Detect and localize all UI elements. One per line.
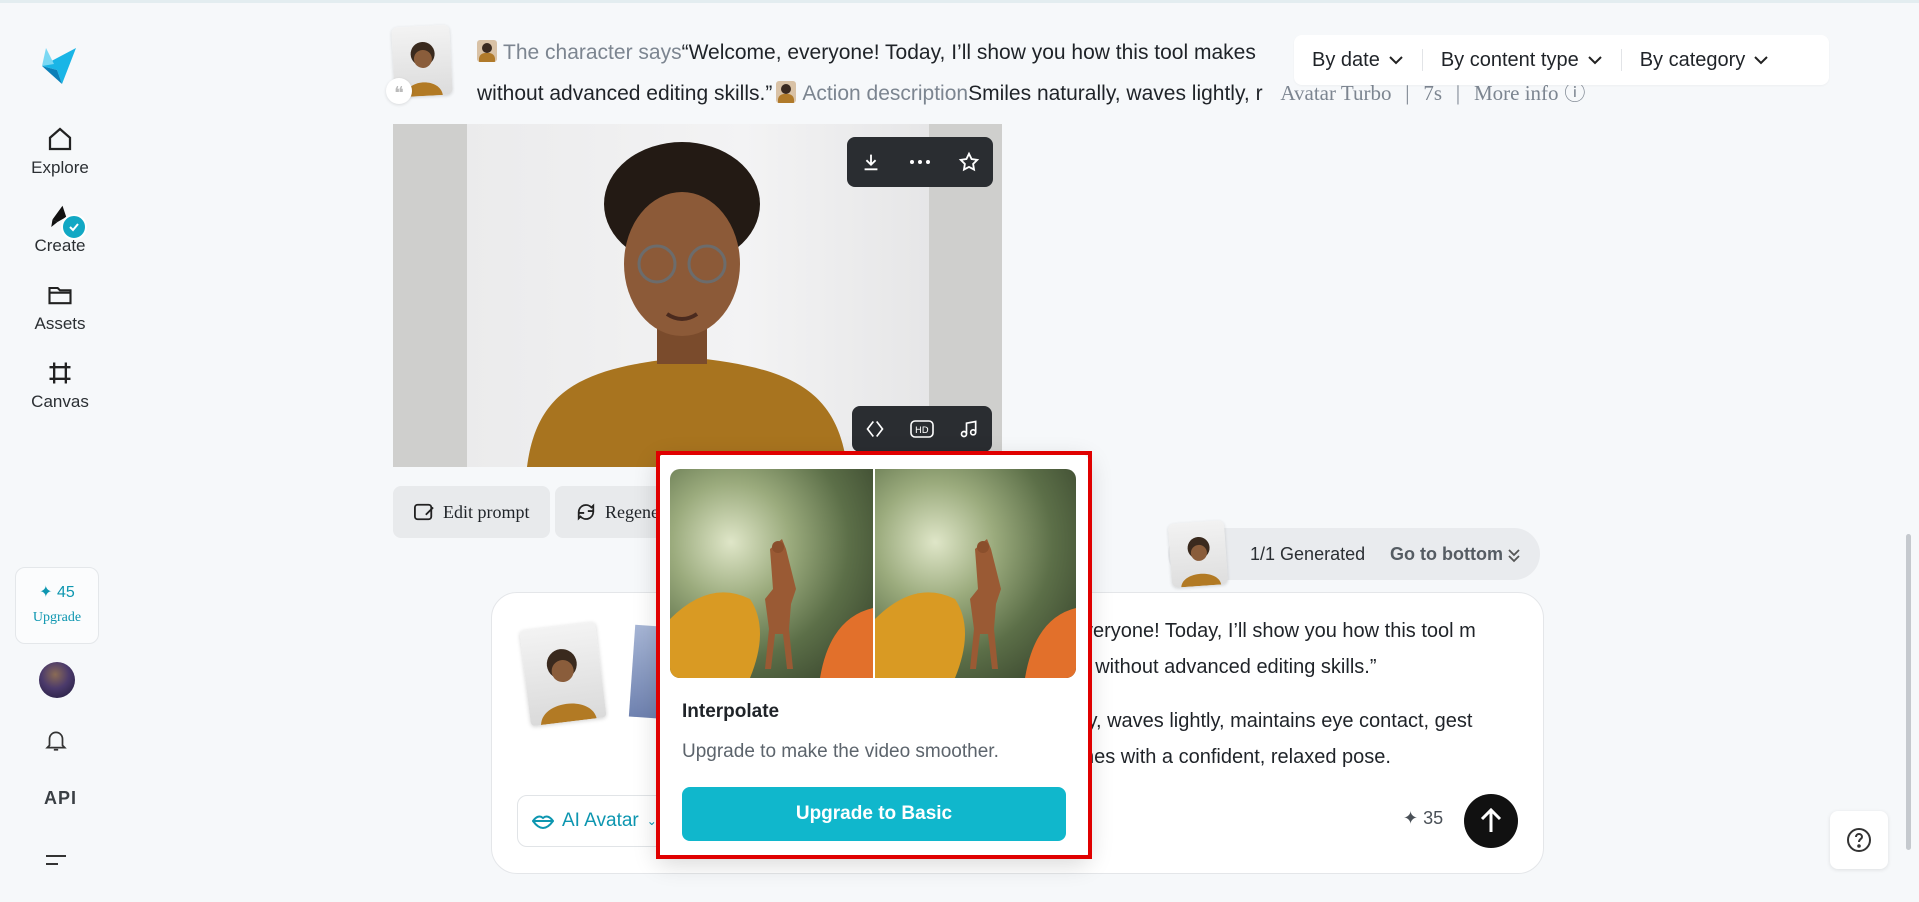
quote-icon: ❝ xyxy=(386,78,412,104)
filter-by-date[interactable]: By date xyxy=(1294,49,1422,72)
prompt-line-1: The character says“Welcome, everyone! To… xyxy=(477,40,1256,65)
upgrade-link[interactable]: Upgrade xyxy=(16,610,98,626)
filter-label: By date xyxy=(1312,48,1380,71)
video-bottom-toolbar: HD xyxy=(852,406,992,452)
sidebar-item-label: Canvas xyxy=(31,392,89,411)
lips-icon xyxy=(532,815,554,829)
top-border xyxy=(0,0,1919,3)
generation-cost: ✦ 35 xyxy=(1403,808,1444,828)
composer-character-thumbnail[interactable] xyxy=(519,621,607,727)
generated-thumbnail[interactable] xyxy=(1167,520,1229,588)
video-top-toolbar xyxy=(847,137,993,187)
upgrade-to-basic-button[interactable]: Upgrade to Basic xyxy=(682,787,1066,841)
composer-text-line[interactable]: ly, waves lightly, maintains eye contact… xyxy=(1083,710,1472,733)
bell-icon[interactable] xyxy=(43,727,69,758)
upgrade-credits-card[interactable]: ✦ 45 Upgrade xyxy=(15,567,99,644)
arrow-up-icon xyxy=(1480,808,1502,832)
generated-count: 1/1 Generated xyxy=(1250,544,1366,564)
check-badge-icon xyxy=(61,214,87,240)
button-label: Go to bottom xyxy=(1390,544,1503,564)
filter-label: By category xyxy=(1639,48,1746,71)
music-icon[interactable] xyxy=(949,419,989,439)
go-to-bottom-button[interactable]: Go to bottom xyxy=(1390,544,1521,565)
canvas-icon xyxy=(49,362,71,384)
double-chevron-down-icon xyxy=(1508,548,1520,562)
credits-count: 45 xyxy=(57,584,75,601)
preview-frame-after xyxy=(875,469,1076,678)
action-label: Action description xyxy=(802,82,969,105)
menu-icon[interactable] xyxy=(44,850,68,875)
help-button[interactable] xyxy=(1830,811,1888,869)
ai-avatar-mode-select[interactable]: AI Avatar ⌄ xyxy=(517,795,672,847)
star-icon[interactable] xyxy=(949,151,989,173)
composer-text-line[interactable]: hes with a confident, relaxed pose. xyxy=(1083,746,1391,769)
hd-icon[interactable]: HD xyxy=(902,420,942,438)
send-button[interactable] xyxy=(1464,794,1518,848)
user-avatar[interactable] xyxy=(39,662,75,698)
sidebar-item-label: Assets xyxy=(34,314,86,333)
action-text: Smiles naturally, waves lightly, r xyxy=(968,82,1263,105)
sidebar-item-label: Explore xyxy=(31,158,89,177)
quote-text-part1: “Welcome, everyone! Today, I’ll show you… xyxy=(681,41,1256,64)
video-preview[interactable]: HD xyxy=(393,124,1002,467)
says-label: The character says xyxy=(503,41,682,64)
sidebar-item-label: Create xyxy=(34,236,86,255)
sparkle-icon: ✦ xyxy=(1403,808,1419,828)
filter-bar: By date By content type By category xyxy=(1294,35,1829,85)
chevron-down-icon xyxy=(1754,56,1769,65)
svg-text:HD: HD xyxy=(915,426,929,436)
sidebar-item-explore[interactable]: Explore xyxy=(14,122,106,178)
home-icon xyxy=(48,127,72,151)
sidebar: Explore Create Assets Canvas ✦ 45 Upgrad… xyxy=(0,0,120,902)
edit-prompt-button[interactable]: Edit prompt xyxy=(393,486,550,538)
sparkle-icon: ✦ xyxy=(39,584,53,601)
popup-title: Interpolate xyxy=(682,701,780,722)
app-logo[interactable] xyxy=(36,44,80,88)
preview-frame-before xyxy=(670,469,873,678)
composer-text-line[interactable]: veryone! Today, I’ll show you how this t… xyxy=(1083,620,1476,643)
sidebar-item-create[interactable]: Create xyxy=(14,200,106,256)
scrollbar[interactable] xyxy=(1906,534,1911,850)
interpolate-upgrade-popup: Interpolate Upgrade to make the video sm… xyxy=(656,453,1090,859)
composer-text-line[interactable]: r without advanced editing skills.” xyxy=(1083,656,1376,679)
edit-icon xyxy=(414,503,434,521)
quote-text-part2: without advanced editing skills.” xyxy=(477,82,773,105)
download-icon[interactable] xyxy=(851,151,891,173)
mode-label: AI Avatar xyxy=(562,810,639,831)
question-icon xyxy=(1847,828,1871,852)
filter-by-content-type[interactable]: By content type xyxy=(1423,49,1621,72)
sidebar-item-assets[interactable]: Assets xyxy=(14,278,106,334)
character-mini-icon xyxy=(776,81,797,103)
interpolate-icon[interactable] xyxy=(855,419,895,439)
api-link[interactable]: API xyxy=(44,788,77,809)
filter-label: By content type xyxy=(1440,48,1579,71)
button-label: Edit prompt xyxy=(443,501,530,522)
popup-description: Upgrade to make the video smoother. xyxy=(682,741,999,762)
more-icon[interactable] xyxy=(900,159,940,165)
filter-by-category[interactable]: By category xyxy=(1622,49,1788,72)
chevron-down-icon xyxy=(1587,56,1602,65)
interpolate-preview-image xyxy=(670,469,1076,678)
chevron-down-icon xyxy=(1389,56,1403,65)
refresh-icon xyxy=(577,503,595,521)
folder-icon xyxy=(48,286,72,305)
sidebar-item-canvas[interactable]: Canvas xyxy=(14,356,106,412)
character-mini-icon xyxy=(477,40,497,62)
